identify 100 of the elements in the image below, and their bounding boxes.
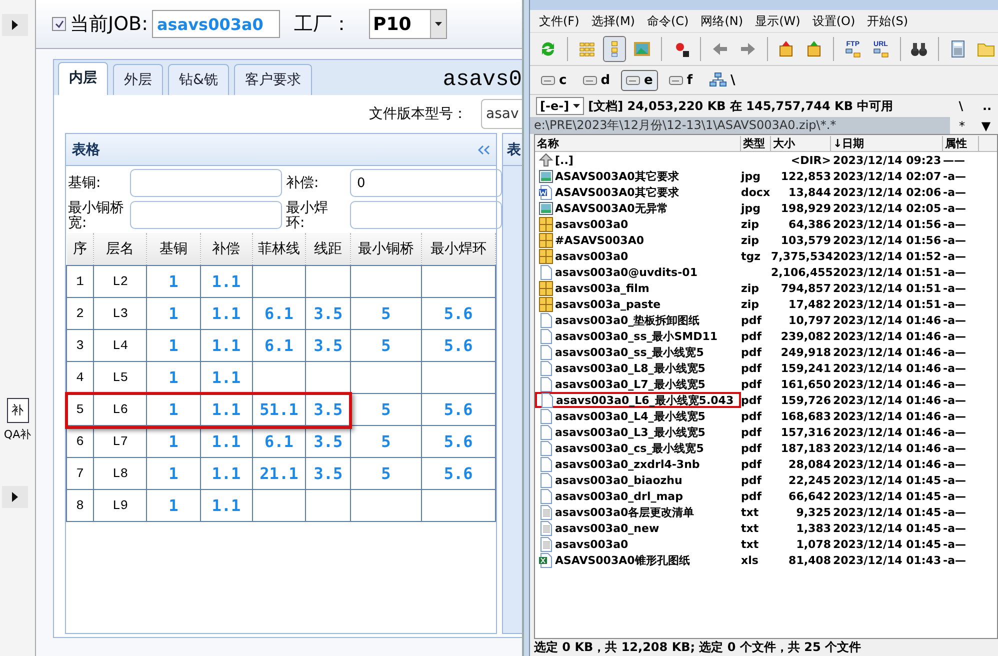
text-file-icon bbox=[539, 536, 553, 552]
table-cell bbox=[350, 362, 422, 394]
tab[interactable]: 外层 bbox=[113, 64, 163, 95]
file-name[interactable]: asavs003a0_biaozhu bbox=[535, 472, 741, 488]
table-cell: 51.1 bbox=[252, 394, 306, 426]
file-attributes: -a— bbox=[943, 330, 967, 342]
factory-dropdown[interactable]: P10 bbox=[369, 9, 447, 39]
column-header: 最小焊环 bbox=[421, 233, 496, 266]
table-cell: 8 bbox=[66, 490, 94, 522]
input-field[interactable]: 0 bbox=[350, 169, 502, 197]
file-name[interactable]: asavs003a0_ss_最小SMD11 bbox=[535, 328, 741, 344]
file-attributes: -a— bbox=[943, 250, 967, 262]
drive-button[interactable]: d bbox=[578, 70, 616, 90]
file-name[interactable]: asavs003a_film bbox=[535, 280, 741, 296]
file-name[interactable]: ASAVS003A0无异常 bbox=[535, 200, 741, 216]
drive-button[interactable]: c bbox=[536, 70, 572, 90]
table-cell: 1 bbox=[146, 330, 200, 362]
file-name[interactable]: asavs003a0_cs_最小线宽5 bbox=[535, 440, 741, 456]
file-name[interactable]: ASAVS003A0锥形孔图纸 bbox=[535, 552, 741, 568]
archive-file-icon bbox=[539, 280, 553, 296]
column-header: 序 bbox=[66, 233, 94, 266]
file-name[interactable]: asavs003a0_L6_最小线宽5.043 bbox=[535, 392, 741, 408]
root-button[interactable]: \ bbox=[950, 99, 972, 113]
picture-file-icon bbox=[539, 168, 553, 184]
file-size: 1,383 bbox=[795, 522, 831, 534]
file-size: 9,325 bbox=[795, 506, 831, 518]
menu-item[interactable]: 设置(O) bbox=[812, 12, 856, 30]
file-icon bbox=[539, 376, 553, 392]
table-cell: 1 bbox=[146, 458, 200, 490]
file-name[interactable]: ASAVS003A0其它要求 bbox=[535, 168, 741, 184]
column-header[interactable]: 大小 bbox=[771, 136, 831, 150]
tab[interactable]: 内层 bbox=[58, 62, 108, 95]
menu-item[interactable]: 文件(F) bbox=[539, 12, 580, 30]
file-name[interactable]: asavs003a0_L4_最小线宽5 bbox=[535, 408, 741, 424]
file-size: 28,084 bbox=[788, 458, 831, 470]
network-button[interactable]: \ bbox=[704, 69, 740, 91]
table-cell: 5.6 bbox=[421, 394, 496, 426]
drive-button[interactable]: e bbox=[621, 70, 658, 90]
drive-dropdown[interactable]: [-e-] bbox=[536, 97, 584, 115]
input-field[interactable] bbox=[350, 201, 502, 229]
file-name[interactable]: ASAVS003A0其它要求 bbox=[535, 184, 741, 200]
parent-button[interactable]: .. bbox=[976, 99, 998, 113]
version-field[interactable]: asav bbox=[481, 99, 522, 129]
file-name[interactable]: asavs003a0_L7_最小线宽5 bbox=[535, 376, 741, 392]
status-text: 选定 0 KB，共 12,208 KB; 选定 0 个文件，共 25 个文件 bbox=[534, 639, 861, 656]
file-name[interactable]: asavs003a0_L3_最小线宽5 bbox=[535, 424, 741, 440]
column-header[interactable]: 属性 bbox=[943, 136, 979, 150]
file-name[interactable]: asavs003a0各层更改清单 bbox=[535, 504, 741, 520]
tab[interactable]: 钻&铣 bbox=[168, 64, 229, 95]
file-name[interactable]: asavs003a0_zxdrl4-3nb bbox=[535, 456, 741, 472]
table-cell: 1.1 bbox=[200, 394, 252, 426]
drive-icon bbox=[626, 76, 640, 84]
column-header[interactable]: ↓日期 bbox=[831, 136, 943, 150]
menu-item[interactable]: 显示(W) bbox=[755, 12, 800, 30]
file-attributes: -a— bbox=[943, 170, 967, 182]
file-name[interactable]: #ASAVS003A0 bbox=[535, 232, 741, 248]
file-attributes: -a— bbox=[943, 490, 967, 502]
menu-item[interactable]: 开始(S) bbox=[867, 12, 908, 30]
file-name[interactable]: asavs003a0@uvdits-01 bbox=[535, 264, 741, 280]
file-date: 2023/12/14 01:45 bbox=[832, 538, 942, 550]
menu-item[interactable]: 命令(C) bbox=[646, 12, 689, 30]
archive-file-icon bbox=[539, 232, 553, 248]
tab[interactable]: 客户要求 bbox=[234, 64, 312, 95]
file-size: 22,245 bbox=[788, 474, 831, 486]
file-name[interactable]: asavs003a0_ss_最小线宽5 bbox=[535, 344, 741, 360]
panel-title: 表 bbox=[507, 140, 521, 158]
file-size: 159,726 bbox=[780, 394, 831, 406]
job-checkbox[interactable] bbox=[52, 17, 66, 31]
file-name[interactable]: asavs003a0 bbox=[535, 248, 741, 264]
file-name[interactable]: asavs003a0_L8_最小线宽5 bbox=[535, 360, 741, 376]
filter-button[interactable]: * bbox=[950, 118, 974, 132]
side-button[interactable]: 补 bbox=[6, 398, 28, 423]
file-size: 64,386 bbox=[788, 218, 831, 230]
menu-item[interactable]: 网络(N) bbox=[700, 12, 744, 30]
drive-button[interactable]: f bbox=[664, 70, 698, 90]
file-name[interactable]: asavs003a0_new bbox=[535, 520, 741, 536]
file-name[interactable]: asavs003a0_垫板拆卸图纸 bbox=[535, 312, 741, 328]
file-name[interactable]: asavs003a0_drl_map bbox=[535, 488, 741, 504]
collapse-icon[interactable] bbox=[478, 144, 490, 154]
job-field[interactable]: asavs003a0 bbox=[152, 10, 280, 38]
file-type: txt bbox=[741, 522, 760, 534]
column-header: 基铜 bbox=[146, 233, 200, 266]
menu-item[interactable]: 选择(M) bbox=[591, 12, 635, 30]
column-header[interactable]: 类型 bbox=[741, 136, 771, 150]
input-field[interactable] bbox=[130, 169, 282, 197]
file-name[interactable]: asavs003a0 bbox=[535, 216, 741, 232]
file-attributes: -a— bbox=[943, 298, 967, 310]
column-header[interactable]: 名称 bbox=[535, 136, 741, 150]
table-cell: 1.1 bbox=[200, 490, 252, 522]
table-cell bbox=[252, 266, 306, 298]
caret-icon bbox=[435, 22, 442, 26]
table-cell: 1 bbox=[146, 394, 200, 426]
file-name[interactable]: asavs003a_paste bbox=[535, 296, 741, 312]
file-date: 2023/12/14 01:51 bbox=[832, 282, 942, 294]
file-attributes: -a— bbox=[943, 458, 967, 470]
input-field[interactable] bbox=[130, 201, 282, 229]
file-attributes: -a— bbox=[943, 426, 967, 438]
history-button[interactable]: ▼ bbox=[974, 118, 998, 132]
file-name[interactable]: asavs003a0 bbox=[535, 536, 741, 552]
file-name[interactable]: [..] bbox=[535, 152, 741, 168]
